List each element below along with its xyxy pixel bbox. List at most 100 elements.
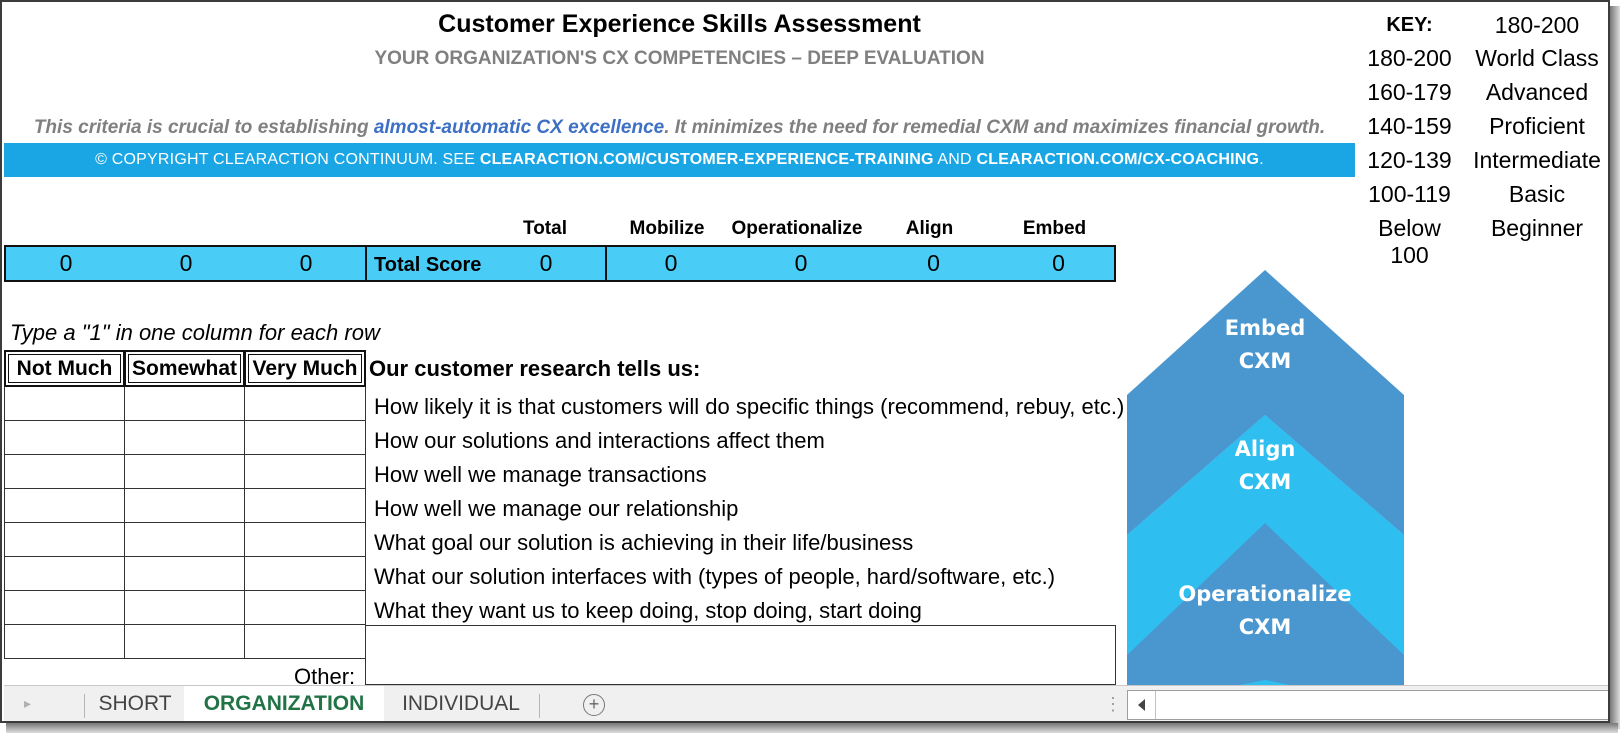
total-score-label: Total Score: [374, 254, 482, 276]
answer-cell[interactable]: [4, 489, 125, 523]
answer-cell[interactable]: [125, 591, 245, 625]
scroll-tabs-left-icon[interactable]: ▸: [24, 695, 31, 712]
key-level: Basic: [1508, 181, 1566, 207]
tab-individual[interactable]: INDIVIDUAL: [386, 686, 536, 721]
training-link[interactable]: CLEARACTION.COM/CUSTOMER-EXPERIENCE-TRAI…: [480, 151, 934, 168]
scroll-left-button[interactable]: [1128, 691, 1156, 719]
key-range: 140-159: [1367, 113, 1452, 139]
copyright-period: .: [1259, 151, 1264, 168]
score-divider: [605, 247, 607, 280]
tab-organization[interactable]: ORGANIZATION: [184, 686, 384, 721]
key-label: KEY:: [1386, 14, 1433, 36]
answer-cell[interactable]: [4, 625, 125, 659]
key-level: Beginner: [1490, 215, 1584, 241]
score-total[interactable]: 0: [501, 247, 591, 280]
answer-cell[interactable]: [4, 523, 125, 557]
answer-cell[interactable]: [125, 489, 245, 523]
question-item: What goal our solution is achieving in t…: [374, 530, 914, 555]
header-align: Align: [905, 218, 954, 239]
answer-cell[interactable]: [4, 387, 125, 421]
copyright-banner: © COPYRIGHT CLEARACTION CONTINUUM. SEE C…: [4, 143, 1355, 177]
tab-separator: [84, 694, 85, 718]
answer-cell[interactable]: [245, 455, 366, 489]
window-shadow-right: [1610, 6, 1620, 729]
key-range: Below 100: [1378, 215, 1441, 268]
header-total: Total: [523, 218, 567, 239]
window-shadow-bottom: [6, 723, 1618, 733]
answer-cell[interactable]: [4, 557, 125, 591]
question-item: How likely it is that customers will do …: [374, 394, 1125, 419]
tab-splitter-handle[interactable]: ⋮: [1104, 692, 1122, 716]
answer-cell[interactable]: [245, 625, 366, 659]
key-top-value: 180-200: [1494, 12, 1580, 38]
header-embed: Embed: [1022, 218, 1087, 239]
chevron-operationalize-label: Operationalize: [1178, 582, 1351, 606]
header-operationalize: Operationalize: [731, 218, 863, 239]
criteria-emphasis: almost-automatic CX excellence: [373, 117, 665, 138]
key-header-row: KEY: 180-200: [1362, 12, 1602, 46]
question-item: How our solutions and interactions affec…: [374, 428, 825, 453]
answer-cell[interactable]: [245, 591, 366, 625]
column-header-label: Not Much: [16, 357, 113, 380]
chevron-embed-label: Embed: [1225, 316, 1306, 340]
answer-cell[interactable]: [125, 625, 245, 659]
spreadsheet-window: Customer Experience Skills Assessment YO…: [0, 0, 1610, 723]
key-level: Intermediate: [1473, 147, 1601, 173]
answer-cell[interactable]: [245, 387, 366, 421]
key-range: 160-179: [1367, 79, 1452, 105]
answer-cell[interactable]: [4, 591, 125, 625]
key-row: 160-179 Advanced: [1362, 79, 1602, 113]
score-very-much[interactable]: 0: [246, 247, 366, 280]
questions-heading: Our customer research tells us:: [369, 356, 701, 381]
horizontal-scrollbar[interactable]: [1127, 690, 1608, 720]
copyright-and: AND: [933, 151, 977, 168]
question-item: How well we manage our relationship: [374, 496, 739, 521]
header-mobilize: Mobilize: [629, 218, 705, 239]
key-level: Proficient: [1489, 113, 1585, 139]
column-header-somewhat: Somewhat: [124, 350, 245, 387]
question-item: How well we manage transactions: [374, 462, 707, 487]
answer-cell[interactable]: [245, 557, 366, 591]
cxm-chevron-graphic: Embed CXM Align CXM Operationalize CXM: [1127, 270, 1404, 690]
sheet-subtitle: YOUR ORGANIZATION'S CX COMPETENCIES – DE…: [374, 48, 985, 69]
answer-cell[interactable]: [125, 557, 245, 591]
score-not-much[interactable]: 0: [6, 247, 126, 280]
score-mobilize[interactable]: 0: [621, 247, 721, 280]
answer-cell[interactable]: [125, 455, 245, 489]
scroll-left-arrow-icon: [1138, 699, 1145, 711]
score-somewhat[interactable]: 0: [126, 247, 246, 280]
score-operationalize[interactable]: 0: [726, 247, 876, 280]
add-sheet-icon[interactable]: +: [583, 694, 605, 716]
other-input[interactable]: [365, 625, 1116, 685]
answer-cell[interactable]: [245, 489, 366, 523]
key-range: 120-139: [1367, 147, 1452, 173]
column-header-not-much: Not Much: [4, 350, 125, 387]
answer-cell[interactable]: [4, 455, 125, 489]
chevron-align-label: Align: [1235, 437, 1296, 461]
chevron-align-cxm: CXM: [1239, 470, 1292, 494]
key-row: 100-119 Basic: [1362, 181, 1602, 215]
criteria-statement: This criteria is crucial to establishing…: [2, 117, 1357, 139]
copyright-text: © COPYRIGHT CLEARACTION CONTINUUM. SEE: [95, 151, 480, 168]
answer-cell[interactable]: [125, 421, 245, 455]
answer-cell[interactable]: [125, 387, 245, 421]
answer-cell[interactable]: [245, 421, 366, 455]
criteria-text-start: This criteria is crucial to establishing: [33, 117, 374, 138]
answer-cell[interactable]: [245, 523, 366, 557]
answer-cell[interactable]: [4, 421, 125, 455]
sheet-title: Customer Experience Skills Assessment: [438, 10, 921, 38]
key-row: 140-159 Proficient: [1362, 113, 1602, 147]
instruction-text: Type a "1" in one column for each row: [10, 320, 380, 345]
question-item: What our solution interfaces with (types…: [374, 564, 1056, 589]
key-level: Advanced: [1485, 79, 1589, 105]
key-row: 180-200 World Class: [1362, 45, 1602, 79]
answer-cell[interactable]: [125, 523, 245, 557]
tab-short[interactable]: SHORT: [88, 686, 182, 721]
chevron-embed-cxm: CXM: [1239, 349, 1292, 373]
coaching-link[interactable]: CLEARACTION.COM/CX-COACHING: [976, 151, 1259, 168]
score-align[interactable]: 0: [886, 247, 981, 280]
column-header-label: Very Much: [252, 357, 358, 380]
key-row: 120-139 Intermediate: [1362, 147, 1602, 181]
score-embed[interactable]: 0: [1006, 247, 1111, 280]
sheet-tab-bar: ▸ SHORT ORGANIZATION INDIVIDUAL + ⋮: [4, 685, 1608, 721]
